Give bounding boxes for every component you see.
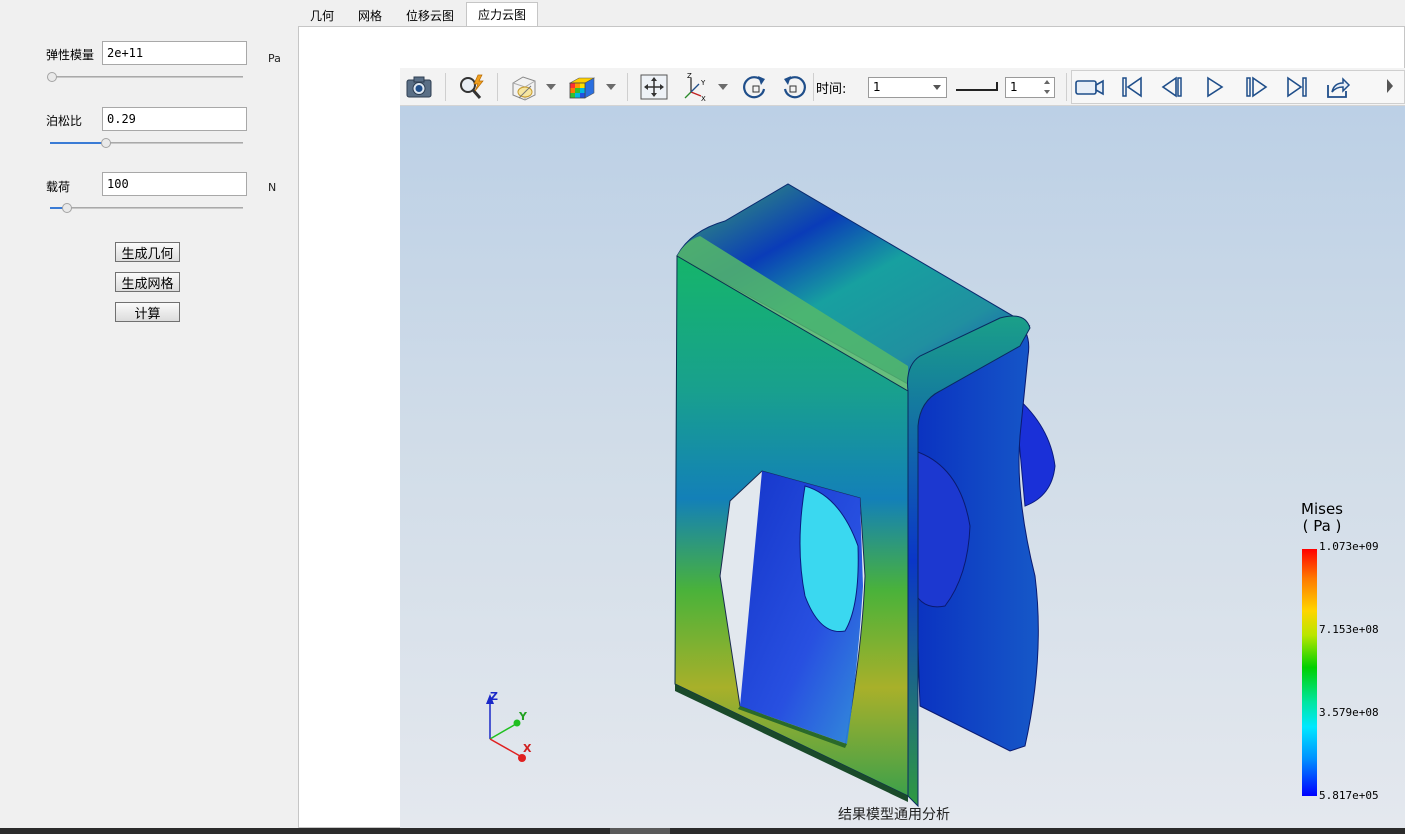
result-tab-bar: 几何 网格 位移云图 应力云图 [298, 2, 539, 27]
poisson-ratio-label: 泊松比 [46, 114, 83, 128]
parameter-panel: 弹性模量 2e+11 Pa 泊松比 0.29 载荷 100 N 生成几何 生成网… [0, 0, 298, 828]
prev-frame-icon[interactable] [1157, 71, 1189, 103]
svg-text:Y: Y [700, 79, 706, 87]
magnify-icon[interactable] [455, 71, 487, 103]
elastic-modulus-slider[interactable] [47, 71, 243, 83]
step-spinbox[interactable]: 1 [1005, 77, 1055, 98]
fit-view-icon[interactable] [638, 71, 670, 103]
slider-handle[interactable] [47, 72, 57, 82]
legend-tick-min: 5.817e+05 [1319, 789, 1379, 802]
slider-handle[interactable] [101, 138, 111, 148]
axis-y-label: Y [518, 710, 528, 723]
svg-text:Z: Z [687, 72, 692, 80]
load-unit: N [268, 181, 277, 194]
load-label: 载荷 [46, 180, 71, 194]
legend-tick-max: 1.073e+09 [1319, 540, 1379, 553]
load-slider[interactable] [50, 202, 243, 214]
axis-x-label: X [523, 742, 532, 755]
video-icon[interactable] [1074, 71, 1106, 103]
rotate-cw-icon[interactable] [738, 71, 770, 103]
last-frame-icon[interactable] [1281, 71, 1313, 103]
3d-viewport[interactable]: Z Y X Mises ( Pa ) 1.073e+09 7.153e+08 3… [400, 106, 1405, 828]
elastic-modulus-input[interactable]: 2e+11 [102, 41, 247, 65]
svg-text:X: X [701, 95, 706, 102]
color-cube-icon[interactable] [566, 71, 598, 103]
time-select[interactable]: 1 [868, 77, 947, 98]
legend-title-line2: ( Pa ) [1302, 517, 1342, 535]
elastic-modulus-unit: Pa [268, 52, 281, 65]
poisson-ratio-slider[interactable] [50, 137, 243, 149]
load-input[interactable]: 100 [102, 172, 247, 196]
camera-icon[interactable] [403, 71, 435, 103]
step-icon [956, 82, 998, 91]
generate-mesh-button[interactable]: 生成网格 [115, 272, 180, 292]
elastic-modulus-label: 弹性模量 [46, 48, 95, 62]
rotate-ccw-icon[interactable] [779, 71, 811, 103]
tab-mesh[interactable]: 网格 [346, 3, 394, 27]
viewer-toolbar: ZY X 时间: 1 1 [400, 68, 1405, 106]
compute-button[interactable]: 计算 [115, 302, 180, 322]
bottom-scrollbar[interactable] [0, 828, 1405, 834]
tab-displacement[interactable]: 位移云图 [394, 3, 466, 27]
tab-stress[interactable]: 应力云图 [466, 2, 539, 27]
play-icon[interactable] [1199, 71, 1231, 103]
axis-triad: Z Y X [486, 690, 532, 762]
tab-geometry[interactable]: 几何 [298, 3, 346, 27]
stress-model: Z Y X [486, 183, 1056, 808]
legend-title: Mises ( Pa ) [1300, 501, 1344, 535]
scrollbar-thumb[interactable] [610, 828, 670, 834]
toolbar-overflow-icon[interactable] [1387, 79, 1393, 93]
export-icon[interactable] [1322, 71, 1354, 103]
first-frame-icon[interactable] [1116, 71, 1148, 103]
next-frame-icon[interactable] [1240, 71, 1272, 103]
display-mode-icon[interactable] [508, 71, 540, 103]
axes-icon[interactable]: ZY X [681, 71, 713, 103]
viewport-caption: 结果模型通用分析 [838, 807, 950, 823]
legend-tick-3: 3.579e+08 [1319, 706, 1379, 719]
slider-handle[interactable] [62, 203, 72, 213]
generate-geometry-button[interactable]: 生成几何 [115, 242, 180, 262]
axis-z-label: Z [490, 690, 498, 703]
legend-color-bar [1302, 549, 1317, 796]
poisson-ratio-input[interactable]: 0.29 [102, 107, 247, 131]
time-label: 时间: [816, 82, 847, 97]
legend-title-line1: Mises [1301, 500, 1343, 518]
legend-tick-2: 7.153e+08 [1319, 623, 1379, 636]
